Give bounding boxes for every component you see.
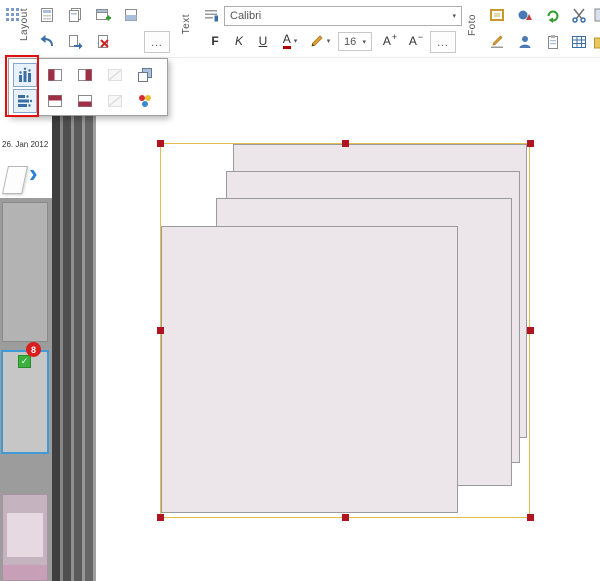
font-size-select[interactable]: 16 ▾ bbox=[338, 32, 372, 51]
italic-button[interactable]: K bbox=[228, 31, 250, 51]
text-more-button[interactable]: … bbox=[430, 31, 456, 53]
font-family-value: Calibri bbox=[230, 10, 261, 22]
table-grid-icon[interactable] bbox=[568, 31, 590, 53]
underline-button[interactable]: U bbox=[252, 31, 274, 51]
pen-color-icon bbox=[310, 34, 324, 48]
align-right-icon[interactable] bbox=[73, 63, 97, 87]
align-left-icon[interactable] bbox=[43, 63, 67, 87]
ellipsis-icon: … bbox=[437, 35, 450, 49]
page-template-icon[interactable] bbox=[36, 4, 58, 26]
selection-handle-sw[interactable] bbox=[157, 514, 164, 521]
photo-scissors-icon[interactable] bbox=[568, 4, 590, 26]
photo-frame-stack-item[interactable] bbox=[161, 226, 458, 513]
font-letter: A bbox=[409, 34, 417, 48]
page-thumbnail[interactable] bbox=[2, 202, 48, 342]
delete-page-icon[interactable] bbox=[92, 31, 114, 53]
paste-icon[interactable] bbox=[64, 31, 86, 53]
check-icon[interactable]: ✓ bbox=[18, 355, 31, 368]
distribute-horizontal-icon[interactable] bbox=[13, 63, 37, 87]
selection-handle-s[interactable] bbox=[342, 514, 349, 521]
text-group-label: Text bbox=[182, 14, 192, 34]
text-block-icon[interactable] bbox=[200, 4, 222, 26]
align-top-icon[interactable] bbox=[43, 89, 67, 113]
photo-count-badge: 8 bbox=[26, 342, 41, 357]
photo-frame-icon[interactable] bbox=[486, 4, 508, 26]
undo-icon[interactable] bbox=[36, 31, 58, 53]
expand-sidebar-button[interactable]: › bbox=[29, 160, 38, 186]
font-color-letter: A bbox=[283, 33, 291, 49]
selection-handle-nw[interactable] bbox=[157, 140, 164, 147]
font-family-select[interactable]: Calibri ▾ bbox=[224, 6, 462, 26]
clipboard-icon[interactable] bbox=[542, 31, 564, 53]
photo-extra-icon[interactable] bbox=[590, 4, 600, 26]
photo-rotate-icon[interactable] bbox=[542, 4, 564, 26]
main-toolbar: Layout … Text Calibri bbox=[0, 0, 600, 58]
effects-icon[interactable] bbox=[133, 89, 157, 113]
selection-handle-w[interactable] bbox=[157, 327, 164, 334]
more-options-button[interactable]: … bbox=[144, 31, 170, 53]
chevron-down-icon: ▾ bbox=[452, 12, 456, 20]
arrange-palette bbox=[8, 58, 168, 116]
panel-splitter[interactable] bbox=[52, 58, 96, 581]
ellipsis-icon: … bbox=[151, 35, 164, 49]
page-flip-icon bbox=[2, 166, 28, 194]
thumbnail-footer bbox=[3, 565, 47, 580]
split-window-icon[interactable] bbox=[120, 4, 142, 26]
distribute-vertical-icon[interactable] bbox=[13, 89, 37, 113]
page-thumbnail[interactable] bbox=[2, 494, 48, 581]
selection-handle-se[interactable] bbox=[527, 514, 534, 521]
pen-color-button[interactable]: ▾ bbox=[306, 31, 334, 51]
photo-person-icon[interactable] bbox=[514, 31, 536, 53]
chevron-down-icon: ▾ bbox=[327, 37, 331, 45]
thumbnail-area: 8 ✓ bbox=[0, 198, 52, 581]
align-center-vertical-icon bbox=[103, 89, 127, 113]
align-bottom-icon[interactable] bbox=[73, 89, 97, 113]
bold-button[interactable]: F bbox=[204, 31, 226, 51]
plus-icon: + bbox=[392, 32, 397, 42]
photo-shape-icon[interactable] bbox=[514, 4, 536, 26]
thumbnail-content bbox=[7, 513, 43, 557]
app-window: Layout … Text Calibri bbox=[0, 0, 600, 581]
arrange-forward-icon[interactable] bbox=[133, 63, 157, 87]
foto-group-label: Foto bbox=[468, 14, 478, 36]
align-center-horizontal-icon bbox=[103, 63, 127, 87]
minus-icon: − bbox=[418, 32, 423, 42]
layout-group-label: Layout bbox=[20, 8, 30, 41]
selection-handle-ne[interactable] bbox=[527, 140, 534, 147]
add-window-icon[interactable] bbox=[92, 4, 114, 26]
photo-edit-icon[interactable] bbox=[486, 31, 508, 53]
font-letter: A bbox=[383, 34, 391, 48]
chevron-down-icon: ▾ bbox=[362, 38, 366, 46]
font-size-value: 16 bbox=[344, 36, 356, 48]
decrease-font-button[interactable]: A− bbox=[404, 31, 428, 51]
selection-handle-n[interactable] bbox=[342, 140, 349, 147]
font-color-button[interactable]: A ▾ bbox=[276, 31, 304, 51]
selection-handle-e[interactable] bbox=[527, 327, 534, 334]
chevron-down-icon: ▾ bbox=[294, 37, 298, 45]
copy-page-icon[interactable] bbox=[64, 4, 86, 26]
folder-icon[interactable] bbox=[590, 31, 600, 53]
date-label: 26. Jan 2012 bbox=[2, 140, 48, 149]
pages-sidebar: 26. Jan 2012 › 8 ✓ bbox=[0, 58, 52, 581]
increase-font-button[interactable]: A+ bbox=[378, 31, 402, 51]
